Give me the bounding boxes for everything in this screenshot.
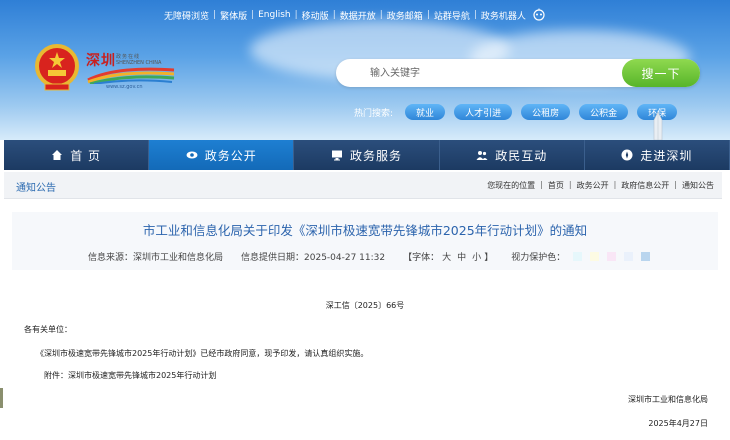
article-meta: 信息来源：深圳市工业和信息化局 信息提供日期：2025-04-27 11:32 … <box>88 250 651 263</box>
edge-decoration <box>0 388 3 408</box>
nav-gov-affairs-label: 政务公开 <box>204 148 257 163</box>
site-logo[interactable]: 深圳 政务在线 SHENZHEN CHINA www.sz.gov.cn <box>86 50 176 94</box>
section-title: 通知公告 <box>16 183 56 194</box>
main-nav: 首 页 政务公开 政务服务 政民互动 走进深圳 <box>4 140 730 170</box>
article-header: 市工业和信息化局关于印发《深圳市极速宽带先锋城市2025年行动计划》的通知 信息… <box>12 212 718 270</box>
hot-tag-employment[interactable]: 就业 <box>405 104 446 120</box>
eye-icon <box>186 151 198 159</box>
top-link-mobile[interactable]: 移动版 <box>298 9 333 22</box>
signature: 深圳市工业和信息化局 <box>628 395 708 404</box>
font-size-close: 】 <box>484 253 494 263</box>
font-size-large[interactable]: 大 <box>442 250 451 263</box>
search-button[interactable]: 搜一下 <box>622 59 700 87</box>
vision-swatch-cyan[interactable] <box>573 252 583 261</box>
hot-search: 热门搜索: 就业 人才引进 公租房 公积金 环保 <box>354 104 686 120</box>
logo-url: www.sz.gov.cn <box>106 84 143 90</box>
font-size-medium[interactable]: 中 <box>457 250 466 263</box>
search-input[interactable] <box>348 63 618 83</box>
nav-interaction[interactable]: 政民互动 <box>439 140 585 170</box>
nav-home[interactable]: 首 页 <box>4 140 150 170</box>
font-size-small[interactable]: 小 <box>472 250 481 263</box>
hot-tag-public-housing[interactable]: 公租房 <box>521 104 571 120</box>
top-link-accessibility[interactable]: 无障碍浏览 <box>160 9 213 22</box>
vision-swatch-blue[interactable] <box>641 252 651 261</box>
logo-ribbon-icon <box>87 67 175 84</box>
nav-gov-affairs[interactable]: 政务公开 <box>149 140 295 170</box>
breadcrumb-bar: 通知公告 您现在的位置 | 首页 | 政务公开 | 政府信息公开 | 通知公告 <box>4 172 722 199</box>
home-icon <box>52 150 63 160</box>
article-source: 信息来源：深圳市工业和信息化局 <box>88 253 224 263</box>
top-links: 无障碍浏览 | 繁体版 | English | 移动版 | 数据开放 | 政务邮箱 | 站群… <box>160 7 546 23</box>
vision-color-label: 视力保护色： <box>511 253 566 263</box>
top-link-mail[interactable]: 政务邮箱 <box>383 9 427 22</box>
top-link-traditional[interactable]: 繁体版 <box>216 9 251 22</box>
salutation: 各有关单位： <box>24 325 72 334</box>
search-box: 搜一下 <box>336 59 700 87</box>
attachment-link[interactable]: 附件：深圳市极速宽带先锋城市2025年行动计划 <box>44 370 216 381</box>
article-date: 信息提供日期：2025-04-27 11:32 <box>241 253 386 263</box>
top-link-robot[interactable]: 政务机器人 <box>477 9 530 22</box>
vision-swatch-yellow[interactable] <box>590 252 600 261</box>
hot-tag-talent[interactable]: 人才引进 <box>454 104 513 120</box>
breadcrumb-home[interactable]: 首页 <box>548 180 564 191</box>
nav-home-label: 首 页 <box>70 148 102 163</box>
top-link-open-data[interactable]: 数据开放 <box>336 9 380 22</box>
breadcrumb-notices[interactable]: 通知公告 <box>682 180 714 191</box>
nav-explore[interactable]: 走进深圳 <box>584 140 730 170</box>
document-number: 深工信〔2025〕66号 <box>325 301 405 310</box>
nav-interaction-label: 政民互动 <box>495 148 548 163</box>
vision-swatch-pink[interactable] <box>607 252 617 261</box>
hot-tag-provident-fund[interactable]: 公积金 <box>579 104 629 120</box>
sign-date: 2025年4月27日 <box>648 419 708 428</box>
body-paragraph: 《深圳市极速宽带先锋城市2025年行动计划》已经市政府同意，现予印发，请认真组织… <box>36 349 369 358</box>
top-link-english[interactable]: English <box>254 10 295 20</box>
breadcrumb-gov-affairs[interactable]: 政务公开 <box>577 180 609 191</box>
monitor-icon <box>332 150 342 161</box>
people-icon <box>476 151 488 160</box>
compass-icon <box>621 149 633 161</box>
nav-gov-services[interactable]: 政务服务 <box>294 140 440 170</box>
site-header: 无障碍浏览 | 繁体版 | English | 移动版 | 数据开放 | 政务邮箱 | 站群… <box>0 0 730 140</box>
nav-gov-services-label: 政务服务 <box>350 148 403 163</box>
vision-swatch-light-blue[interactable] <box>624 252 634 261</box>
nav-explore-label: 走进深圳 <box>640 148 693 163</box>
article-title: 市工业和信息化局关于印发《深圳市极速宽带先锋城市2025年行动计划》的通知 <box>142 223 588 238</box>
top-link-site-nav[interactable]: 站群导航 <box>430 9 474 22</box>
font-size-label: 【字体： <box>403 253 440 263</box>
hot-search-label: 热门搜索: <box>354 108 394 119</box>
logo-subtitle: 政务在线 <box>116 54 141 60</box>
breadcrumb-location-label: 您现在的位置 <box>487 181 536 190</box>
breadcrumb: 您现在的位置 | 首页 | 政务公开 | 政府信息公开 | 通知公告 <box>487 180 714 191</box>
skyscraper-icon <box>653 112 663 140</box>
national-emblem-icon <box>35 44 79 91</box>
robot-icon[interactable] <box>532 8 546 22</box>
breadcrumb-info-disclosure[interactable]: 政府信息公开 <box>621 180 669 191</box>
